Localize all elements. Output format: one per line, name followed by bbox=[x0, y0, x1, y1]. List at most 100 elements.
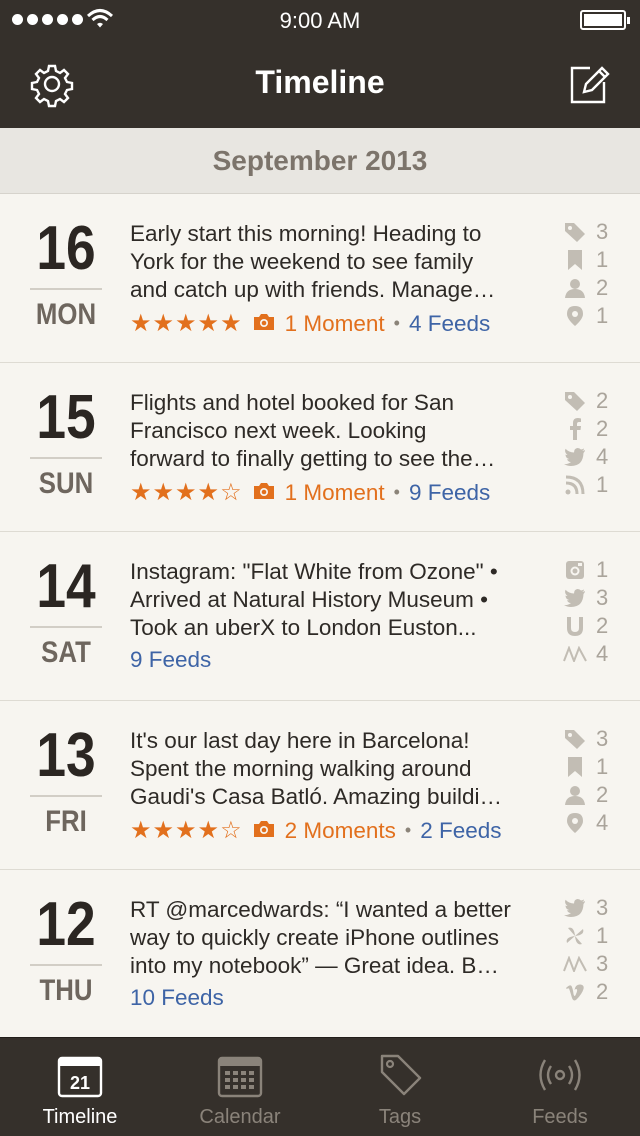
moments-link[interactable]: 2 Moments bbox=[285, 818, 396, 844]
source-icons: 3 1 2 1 bbox=[562, 218, 622, 330]
date-divider bbox=[30, 626, 102, 628]
source-count: 1 bbox=[562, 753, 622, 781]
date-divider bbox=[30, 964, 102, 966]
timeline-entry[interactable]: 14 SAT Instagram: "Flat White from Ozone… bbox=[0, 532, 640, 701]
source-icons: 3 1 2 4 bbox=[562, 725, 622, 837]
entry-text-line: Flights and hotel booked for San bbox=[130, 390, 454, 415]
source-count-value: 2 bbox=[596, 979, 609, 1004]
uber-icon bbox=[562, 614, 588, 638]
entry-text-line: Francisco next week. Looking bbox=[130, 418, 427, 443]
rating-stars: ★★★★★ bbox=[130, 310, 243, 337]
tag-icon bbox=[562, 220, 588, 244]
separator-dot: • bbox=[393, 313, 400, 333]
entry-summary: Flights and hotel booked for San Francisc… bbox=[130, 389, 540, 473]
entry-text-line: Took an uberX to London Euston... bbox=[130, 615, 477, 640]
day-number: 14 bbox=[36, 552, 96, 621]
source-count-value: 4 bbox=[596, 810, 609, 835]
tab-label: Feeds bbox=[532, 1106, 588, 1128]
compose-icon[interactable] bbox=[564, 60, 612, 108]
entry-meta: ★★★★★ 1 Moment • 4 Feeds bbox=[130, 309, 490, 338]
entry-text-line: Early start this morning! Heading to bbox=[130, 221, 482, 246]
calendar-badge: 21 bbox=[70, 1073, 90, 1093]
timeline-list: 16 MON Early start this morning! Heading… bbox=[0, 194, 640, 1039]
source-icons: 3 1 3 2 bbox=[562, 894, 622, 1006]
timeline-entry[interactable]: 16 MON Early start this morning! Heading… bbox=[0, 194, 640, 363]
timeline-entry[interactable]: 15 SUN Flights and hotel booked for San F… bbox=[0, 363, 640, 532]
tab-timeline[interactable]: 21 Timeline bbox=[0, 1038, 160, 1136]
source-count: 4 bbox=[562, 443, 622, 471]
entry-meta: ★★★★☆ 1 Moment • 9 Feeds bbox=[130, 478, 490, 507]
source-count: 4 bbox=[562, 809, 622, 837]
tab-label: Timeline bbox=[42, 1106, 118, 1128]
source-icons: 2 2 4 1 bbox=[562, 387, 622, 499]
tab-calendar[interactable]: Calendar bbox=[160, 1038, 320, 1136]
separator-dot: • bbox=[393, 482, 400, 502]
date-divider bbox=[30, 457, 102, 459]
entry-text-line: Gaudi's Casa Batló. Amazing buildi… bbox=[130, 784, 502, 809]
camera-icon bbox=[253, 818, 275, 844]
camera-icon bbox=[253, 480, 275, 506]
feeds-link[interactable]: 9 Feeds bbox=[130, 647, 211, 673]
source-count-value: 4 bbox=[596, 444, 609, 469]
entry-text-line: It's our last day here in Barcelona! bbox=[130, 728, 470, 753]
source-count: 3 bbox=[562, 894, 622, 922]
battery-icon bbox=[580, 10, 630, 30]
source-count: 2 bbox=[562, 387, 622, 415]
entry-summary: RT @marcedwards: “I wanted a better way t… bbox=[130, 896, 540, 980]
day-number: 12 bbox=[36, 890, 96, 959]
camera-icon bbox=[253, 311, 275, 337]
feeds-link[interactable]: 2 Feeds bbox=[420, 818, 501, 844]
entry-date: 15 SUN bbox=[30, 381, 102, 501]
entry-meta: 9 Feeds bbox=[130, 647, 211, 673]
timeline-entry[interactable]: 13 FRI It's our last day here in Barcelo… bbox=[0, 701, 640, 870]
source-count-value: 2 bbox=[596, 275, 609, 300]
entry-text-line: Arrived at Natural History Museum • bbox=[130, 587, 488, 612]
location-pin-icon bbox=[562, 304, 588, 328]
source-count: 3 bbox=[562, 584, 622, 612]
tab-feeds[interactable]: Feeds bbox=[480, 1038, 640, 1136]
entry-date: 16 MON bbox=[30, 212, 102, 332]
source-count-value: 1 bbox=[596, 923, 609, 948]
feeds-link[interactable]: 4 Feeds bbox=[409, 311, 490, 337]
timeline-entry[interactable]: 12 THU RT @marcedwards: “I wanted a bett… bbox=[0, 870, 640, 1039]
calendar-day-icon: 21 bbox=[57, 1056, 103, 1098]
tag-icon bbox=[380, 1054, 422, 1096]
weekday-label: FRI bbox=[45, 805, 87, 838]
source-count-value: 1 bbox=[596, 247, 609, 272]
weekday-label: THU bbox=[39, 974, 93, 1007]
entry-summary: It's our last day here in Barcelona! Spen… bbox=[130, 727, 540, 811]
source-count: 1 bbox=[562, 471, 622, 499]
source-count: 2 bbox=[562, 978, 622, 1006]
source-count: 1 bbox=[562, 556, 622, 584]
date-divider bbox=[30, 288, 102, 290]
source-count: 2 bbox=[562, 415, 622, 443]
rating-stars: ★★★★☆ bbox=[130, 817, 243, 844]
source-count: 3 bbox=[562, 725, 622, 753]
feeds-link[interactable]: 9 Feeds bbox=[409, 480, 490, 506]
source-icons: 1 3 2 4 bbox=[562, 556, 622, 668]
source-count: 3 bbox=[562, 218, 622, 246]
moments-link[interactable]: 1 Moment bbox=[285, 480, 385, 506]
location-pin-icon bbox=[562, 811, 588, 835]
entry-text-line: Instagram: "Flat White from Ozone" • bbox=[130, 559, 498, 584]
source-count-value: 2 bbox=[596, 782, 609, 807]
source-count: 1 bbox=[562, 922, 622, 950]
bookmark-icon bbox=[562, 248, 588, 272]
date-divider bbox=[30, 795, 102, 797]
tab-bar: 21 Timeline Calendar Tags Feeds bbox=[0, 1037, 640, 1136]
source-count: 4 bbox=[562, 640, 622, 668]
entry-date: 14 SAT bbox=[30, 550, 102, 670]
entry-meta: 10 Feeds bbox=[130, 985, 224, 1011]
feeds-link[interactable]: 10 Feeds bbox=[130, 985, 224, 1011]
tab-label: Calendar bbox=[199, 1106, 281, 1128]
moments-link[interactable]: 1 Moment bbox=[285, 311, 385, 337]
source-count-value: 3 bbox=[596, 219, 609, 244]
source-count: 1 bbox=[562, 302, 622, 330]
source-count-value: 2 bbox=[596, 388, 609, 413]
separator-dot: • bbox=[404, 820, 412, 840]
day-number: 16 bbox=[36, 214, 96, 283]
tab-tags[interactable]: Tags bbox=[320, 1038, 480, 1136]
source-count: 2 bbox=[562, 612, 622, 640]
entry-text-line: forward to finally getting to see the… bbox=[130, 446, 496, 471]
weekday-label: SUN bbox=[38, 467, 94, 500]
